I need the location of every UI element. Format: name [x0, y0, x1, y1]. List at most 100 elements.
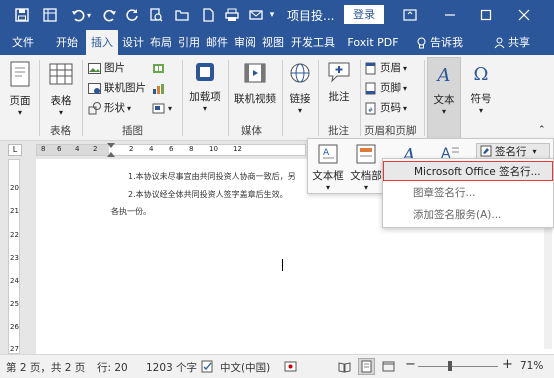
smartart-button[interactable]	[152, 60, 168, 77]
chart-button[interactable]	[152, 80, 168, 97]
footer-button[interactable]: 页脚 ▾	[364, 80, 407, 97]
page-number-icon: #	[365, 102, 376, 115]
group-label-header-footer: 页眉和页脚	[364, 125, 417, 137]
open-folder-icon[interactable]	[172, 5, 192, 25]
tab-file[interactable]: 文件	[6, 30, 40, 55]
page-number-dropdown-icon: ▾	[403, 104, 408, 113]
undo-dropdown-icon[interactable]: ▾	[84, 5, 94, 25]
tab-developer[interactable]: 开发工具	[288, 30, 338, 55]
quick-print-icon[interactable]	[222, 5, 242, 25]
email-icon[interactable]	[246, 5, 266, 25]
screenshot-button[interactable]: ▾	[152, 100, 172, 117]
vertical-ruler: 20 21 22 23 24 25 26 27	[0, 159, 26, 354]
signature-line-button[interactable]: 签名行 ▾	[476, 143, 550, 159]
svg-text:Ω: Ω	[474, 64, 489, 85]
vruler-number: 22	[10, 231, 19, 239]
tab-view[interactable]: 视图	[260, 30, 286, 55]
tab-insert[interactable]: 插入	[86, 30, 118, 55]
web-layout-icon[interactable]	[382, 360, 395, 373]
vruler-number: 26	[10, 323, 19, 331]
table-icon[interactable]	[40, 5, 60, 25]
print-preview-icon[interactable]	[146, 5, 166, 25]
header-button[interactable]: 页眉 ▾	[364, 60, 407, 77]
status-language[interactable]: 中文(中国)	[220, 360, 270, 375]
zoom-in-icon[interactable]: +	[502, 357, 513, 372]
link-button[interactable]: 链接 ▾	[286, 61, 314, 115]
save-icon[interactable]	[12, 5, 32, 25]
quick-parts-button[interactable]: 文档部 ▾	[348, 143, 384, 193]
header-dropdown-icon: ▾	[403, 64, 408, 73]
tab-selector[interactable]: L	[8, 144, 22, 156]
ruler-number: 4	[149, 145, 154, 153]
status-bar: 第 2 页，共 2 页 行: 20 1203 个字 中文(中国) − + 71%	[0, 354, 554, 378]
separator	[318, 60, 319, 136]
link-dropdown-icon: ▾	[297, 106, 302, 115]
ruler-number: 2	[93, 145, 98, 153]
read-mode-icon[interactable]	[338, 360, 351, 373]
maximize-icon[interactable]	[476, 5, 496, 25]
online-picture-button[interactable]: 联机图片	[88, 80, 146, 97]
macro-record-icon[interactable]	[284, 360, 297, 373]
ribbon-display-options-icon[interactable]	[400, 5, 420, 25]
picture-button[interactable]: 图片	[88, 60, 125, 77]
proofing-icon[interactable]	[201, 360, 214, 373]
status-word-count[interactable]: 1203 个字	[146, 360, 197, 375]
login-button[interactable]: 登录	[344, 5, 384, 24]
header-label: 页眉	[380, 62, 401, 74]
vruler-number: 23	[10, 254, 19, 262]
ruler-margin	[37, 145, 109, 155]
first-line-indent-marker[interactable]	[107, 143, 115, 148]
online-video-button[interactable]: 联机视频	[232, 61, 278, 106]
shapes-button[interactable]: 形状 ▾	[88, 100, 131, 117]
minimize-icon[interactable]	[440, 5, 460, 25]
hanging-indent-marker[interactable]	[107, 152, 115, 157]
quick-parts-dropdown-icon: ▾	[363, 183, 368, 192]
textbox-icon: A	[318, 144, 338, 164]
footer-label: 页脚	[380, 82, 401, 94]
print-layout-icon[interactable]	[358, 358, 375, 375]
screenshot-dropdown-icon: ▾	[168, 104, 173, 113]
lightbulb-icon	[417, 37, 426, 48]
addins-button[interactable]: 加载项 ▾	[188, 61, 222, 113]
tab-review[interactable]: 审阅	[232, 30, 258, 55]
tab-foxit-pdf[interactable]: Foxit PDF	[342, 30, 404, 55]
menu-item-add-signature-services[interactable]: 添加签名服务(A)...	[383, 205, 553, 225]
menu-item-stamp-signature-line[interactable]: 图章签名行...	[383, 183, 553, 203]
tab-mailings[interactable]: 邮件	[204, 30, 230, 55]
tell-me-search[interactable]: 告诉我	[416, 30, 476, 55]
zoom-slider[interactable]	[418, 361, 498, 371]
tab-home[interactable]: 开始	[50, 30, 84, 55]
tab-design[interactable]: 设计	[120, 30, 146, 55]
zoom-out-icon[interactable]: −	[405, 357, 416, 372]
vertical-ruler-bar[interactable]: 20 21 22 23 24 25 26 27	[8, 159, 20, 354]
svg-text:#: #	[368, 107, 373, 114]
table-button[interactable]: 表格 ▾	[46, 61, 76, 117]
page-number-button[interactable]: # 页码 ▾	[364, 100, 407, 117]
share-button[interactable]: 共享	[494, 30, 538, 55]
redo-icon[interactable]	[100, 5, 120, 25]
collapse-ribbon-icon[interactable]: ⌃	[538, 125, 546, 135]
symbol-button[interactable]: Ω 符号 ▾	[466, 61, 496, 115]
addins-dropdown-icon: ▾	[202, 104, 207, 113]
doc-line-2: 2.本协议经全体共同投资人签字盖章后生效。	[128, 190, 288, 199]
text-group-button[interactable]: A 文本 ▾	[427, 57, 461, 139]
new-document-icon[interactable]	[198, 5, 218, 25]
menu-item-office-signature-line[interactable]: Microsoft Office 签名行...	[383, 161, 553, 181]
separator	[424, 60, 425, 136]
ruler-bar[interactable]: 8 6 4 2 2 4 6 8 10 12	[36, 143, 306, 157]
status-zoom[interactable]: 71%	[520, 360, 543, 372]
page-button[interactable]: 页面 ▾	[6, 61, 34, 117]
tab-layout[interactable]: 布局	[148, 30, 174, 55]
separator	[82, 60, 83, 136]
refresh-icon[interactable]	[122, 5, 142, 25]
table-grid-icon	[49, 63, 73, 85]
status-page[interactable]: 第 2 页，共 2 页	[6, 360, 85, 375]
close-icon[interactable]	[514, 5, 534, 25]
customize-toolbar-icon[interactable]: ▾	[266, 5, 278, 25]
textbox-button[interactable]: A 文本框 ▾	[312, 143, 344, 193]
zoom-slider-thumb[interactable]	[448, 361, 452, 371]
header-icon	[365, 62, 376, 75]
tab-references[interactable]: 引用	[176, 30, 202, 55]
comment-button[interactable]: 批注	[322, 61, 356, 104]
group-label-table: 表格	[50, 125, 71, 137]
